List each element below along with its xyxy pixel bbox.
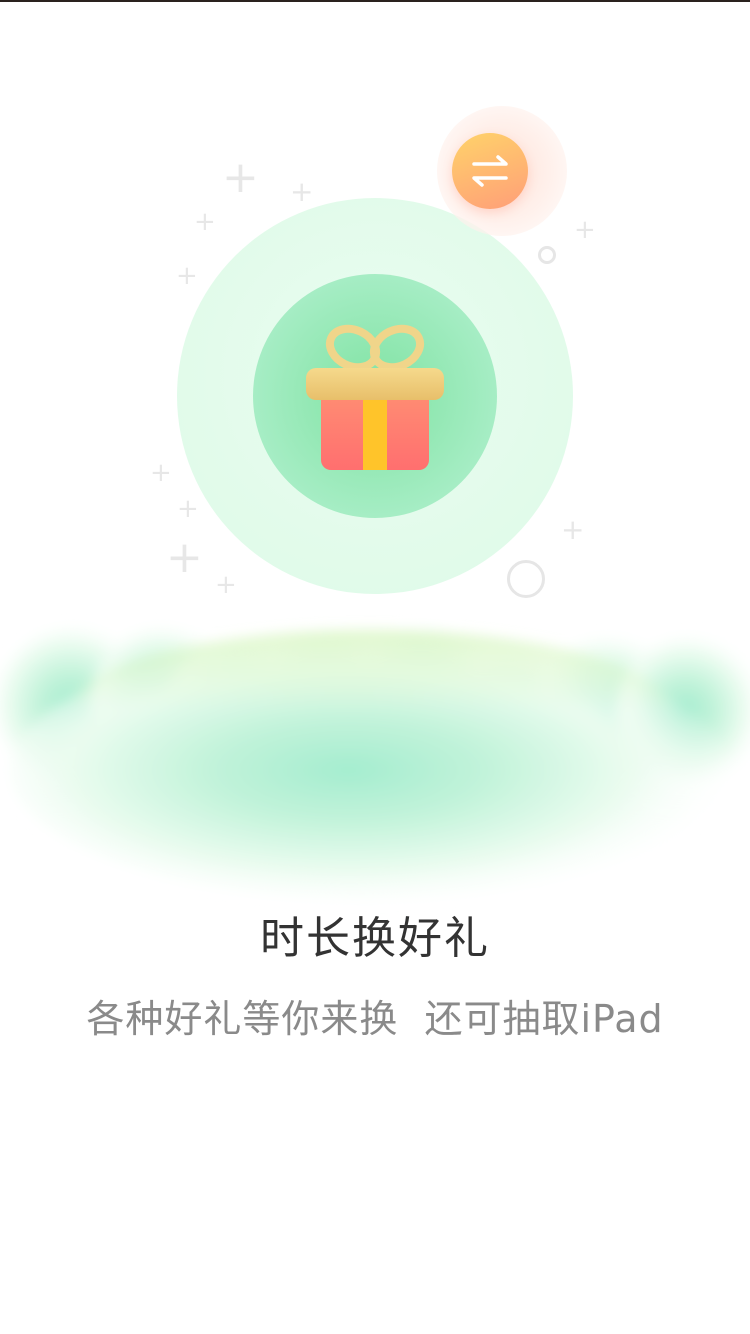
exchange-badge (452, 133, 528, 209)
cloud-illustration (0, 625, 750, 900)
decor-ring-small (538, 246, 556, 264)
sparkle-plus-icon: + (194, 207, 216, 237)
promo-title: 时长换好礼 (260, 913, 490, 964)
sparkle-plus-icon: + (150, 458, 172, 488)
sparkle-plus-icon: + (574, 215, 596, 245)
sparkle-plus-icon: + (166, 532, 203, 583)
sparkle-plus-icon: + (290, 175, 314, 208)
sparkle-plus-icon: + (176, 261, 198, 291)
gift-icon (306, 324, 444, 470)
exchange-arrows-icon (472, 155, 508, 187)
sparkle-plus-icon: + (561, 513, 585, 546)
promo-subtitle: 各种好礼等你来换 还可抽取iPad (86, 997, 664, 1041)
hero-illustration: + + + + + + + + + + (0, 0, 750, 900)
sparkle-plus-icon: + (222, 152, 259, 203)
sparkle-plus-icon: + (177, 494, 199, 524)
